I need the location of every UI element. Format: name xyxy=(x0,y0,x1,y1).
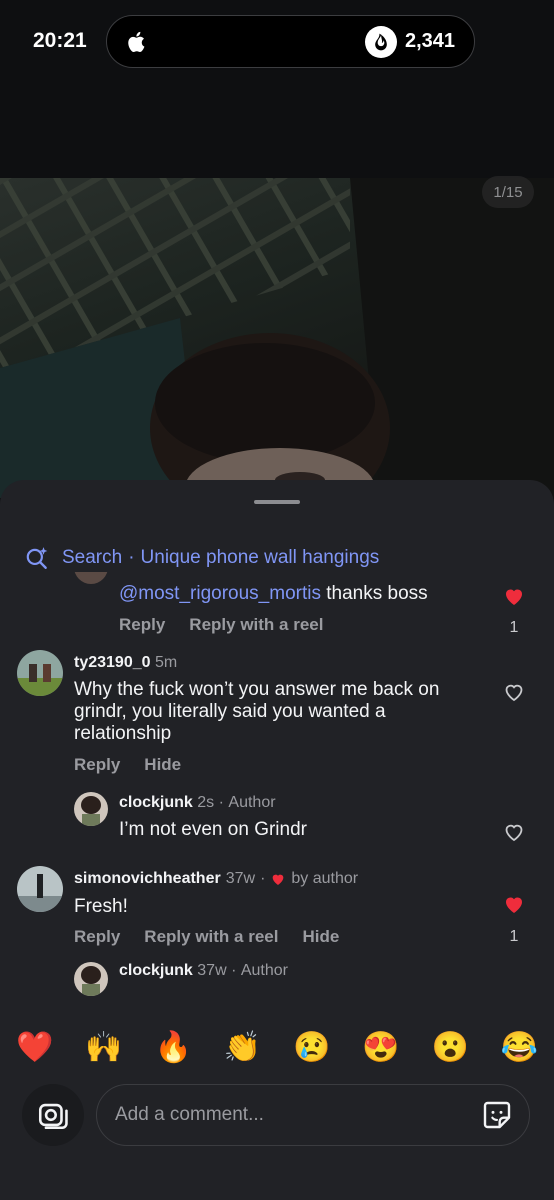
reply-button[interactable]: Reply xyxy=(74,927,120,947)
comment-text: Fresh! xyxy=(74,896,128,917)
comment-body: thanks boss xyxy=(320,583,428,604)
comments-list[interactable]: @most_rigorous_mortis thanks boss Reply … xyxy=(0,572,554,1014)
meta-separator: · xyxy=(231,962,237,979)
comment: ty23190_0 5m Why the fuck won’t you answ… xyxy=(0,642,554,842)
avatar[interactable] xyxy=(17,650,63,696)
comment-text: @most_rigorous_mortis thanks boss xyxy=(119,583,499,605)
heart-outline-icon[interactable] xyxy=(502,680,526,704)
comment-input[interactable]: Add a comment... xyxy=(96,1084,530,1146)
timestamp: 37w xyxy=(197,962,227,979)
heart-filled-icon[interactable] xyxy=(502,584,526,608)
drag-handle[interactable] xyxy=(254,500,300,504)
avatar[interactable] xyxy=(74,962,108,996)
photo-image xyxy=(0,178,554,498)
author-tag: Author xyxy=(228,794,276,811)
dynamic-island[interactable]: 2,341 xyxy=(106,15,475,68)
search-separator: · xyxy=(128,547,135,568)
heart-filled-icon[interactable] xyxy=(502,892,526,916)
emoji-heart-eyes[interactable]: 😍 xyxy=(362,1030,399,1065)
hide-button[interactable]: Hide xyxy=(144,755,181,775)
comments-sheet: Search · Unique phone wall hangings @mos… xyxy=(0,480,554,1200)
reply-header: clockjunk 2s · Author xyxy=(119,794,276,812)
timestamp: 2s xyxy=(197,794,215,811)
avatar-image xyxy=(74,792,108,826)
comment-text: Why the fuck won’t you answer me back on… xyxy=(74,679,440,744)
reply-button[interactable]: Reply xyxy=(119,615,165,635)
heart-outline-icon[interactable] xyxy=(502,820,526,844)
search-label: Search xyxy=(62,547,123,568)
emoji-heart[interactable]: ❤️ xyxy=(16,1030,53,1065)
meta-separator: · xyxy=(218,794,224,811)
emoji-fire[interactable]: 🔥 xyxy=(154,1030,191,1065)
avatar[interactable] xyxy=(74,572,108,584)
comment-header: ty23190_0 5m xyxy=(74,654,177,672)
username[interactable]: ty23190_0 xyxy=(74,654,151,671)
comment-actions: Reply Hide xyxy=(74,755,181,775)
avatar-image xyxy=(74,962,108,996)
liked-by-author: by author xyxy=(291,870,359,887)
username[interactable]: simonovichheather xyxy=(74,870,221,888)
related-search[interactable]: Search · Unique phone wall hangings xyxy=(24,544,379,572)
mention-link[interactable]: @most_rigorous_mortis xyxy=(119,583,321,604)
username[interactable]: clockjunk xyxy=(119,794,193,811)
post-photo[interactable] xyxy=(0,178,554,498)
heart-badge-icon xyxy=(273,874,284,885)
emoji-clap[interactable]: 👏 xyxy=(224,1030,261,1065)
like-count: 1 xyxy=(509,619,519,636)
status-time: 20:21 xyxy=(33,29,87,52)
comment-header: simonovichheather 37w · by author xyxy=(74,870,358,888)
reply-button[interactable]: Reply xyxy=(74,755,120,775)
camera-button[interactable] xyxy=(22,1084,84,1146)
reply-text: I’m not even on Grindr xyxy=(119,819,307,840)
emoji-crying[interactable]: 😢 xyxy=(293,1030,330,1065)
search-query: Unique phone wall hangings xyxy=(140,547,380,568)
avatar-image xyxy=(17,866,63,912)
hide-button[interactable]: Hide xyxy=(302,927,339,947)
avatar[interactable] xyxy=(74,792,108,826)
reply-header: clockjunk 37w · Author xyxy=(119,962,288,980)
comment: simonovichheather 37w · by author Fresh!… xyxy=(0,864,554,1014)
comment-composer: Add a comment... xyxy=(0,1080,554,1200)
emoji-surprised[interactable]: 😮 xyxy=(431,1030,468,1065)
island-count: 2,341 xyxy=(405,30,456,52)
avatar-image xyxy=(17,650,63,696)
sticker-icon[interactable] xyxy=(481,1099,513,1131)
username[interactable]: clockjunk xyxy=(119,962,193,979)
avatar[interactable] xyxy=(17,866,63,912)
comment-reply: @most_rigorous_mortis thanks boss Reply … xyxy=(0,572,554,642)
comment-actions: Reply Reply with a reel Hide xyxy=(74,927,339,947)
flame-icon xyxy=(365,26,397,58)
emoji-laughing[interactable]: 😂 xyxy=(501,1030,538,1065)
camera-icon xyxy=(38,1103,68,1130)
photo-counter: 1/15 xyxy=(482,176,534,208)
emoji-quick-bar: ❤️ 🙌 🔥 👏 😢 😍 😮 😂 xyxy=(0,1014,554,1080)
reply-with-reel-button[interactable]: Reply with a reel xyxy=(189,615,323,635)
timestamp: 37w xyxy=(225,870,256,887)
timestamp: 5m xyxy=(154,654,178,671)
reply-with-reel-button[interactable]: Reply with a reel xyxy=(144,927,278,947)
comment-placeholder: Add a comment... xyxy=(115,1104,264,1125)
status-bar: 20:21 2,341 xyxy=(0,0,554,84)
apple-icon xyxy=(128,31,145,52)
meta-separator: · xyxy=(260,870,266,887)
like-count: 1 xyxy=(509,928,519,945)
emoji-raising-hands[interactable]: 🙌 xyxy=(85,1030,122,1065)
comment-actions: Reply Reply with a reel xyxy=(119,615,323,635)
author-tag: Author xyxy=(240,962,288,979)
sparkle-search-icon xyxy=(26,547,48,569)
